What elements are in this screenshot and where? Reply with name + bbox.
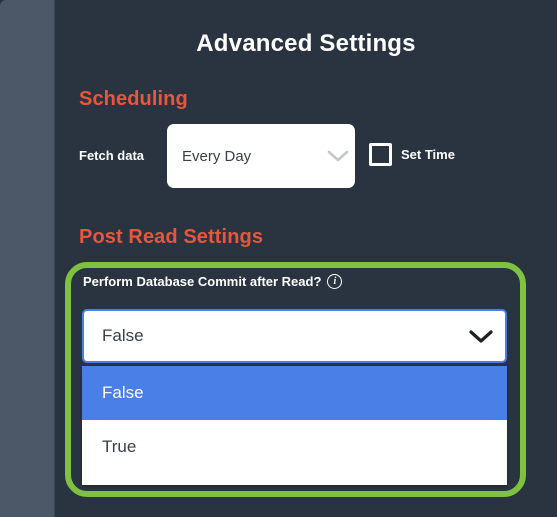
chevron-down-icon <box>457 328 505 344</box>
fetch-frequency-value: Every Day <box>182 147 252 165</box>
fetch-data-label: Fetch data <box>79 148 145 163</box>
chevron-down-icon <box>321 149 355 163</box>
section-heading-post-read: Post Read Settings <box>79 226 264 248</box>
set-time-checkbox-group[interactable]: Set Time <box>369 143 455 166</box>
commit-label-text: Perform Database Commit after Read? <box>83 274 322 289</box>
dropdown-option-false[interactable]: False <box>82 366 507 420</box>
commit-field-label: Perform Database Commit after Read? i <box>83 274 343 289</box>
commit-select-value: False <box>102 326 144 345</box>
commit-select-dropdown[interactable]: False True <box>82 366 507 485</box>
set-time-checkbox[interactable] <box>369 143 392 166</box>
section-heading-scheduling: Scheduling <box>79 88 188 110</box>
set-time-label: Set Time <box>401 147 455 162</box>
info-icon[interactable]: i <box>327 274 343 289</box>
advanced-settings-panel: Advanced Settings Scheduling Fetch data … <box>0 0 557 517</box>
commit-select[interactable]: False <box>82 309 507 363</box>
scheduling-row: Fetch data Every Day Set Time <box>79 124 539 188</box>
left-sidebar-rail <box>0 0 55 517</box>
page-title: Advanced Settings <box>196 30 416 57</box>
fetch-frequency-select[interactable]: Every Day <box>167 124 355 188</box>
dropdown-option-true[interactable]: True <box>82 420 507 474</box>
